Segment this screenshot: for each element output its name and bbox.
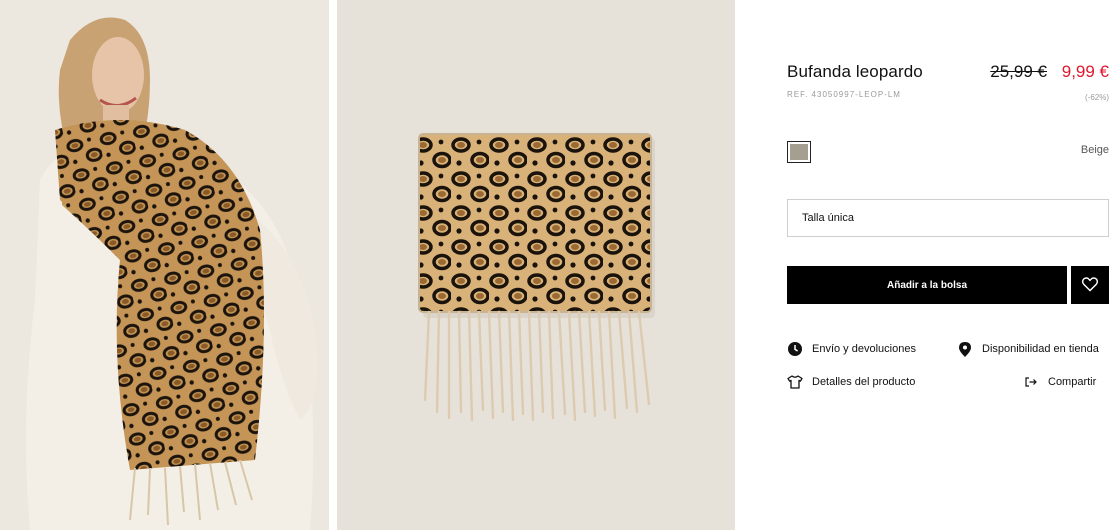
add-to-bag-button[interactable]: Añadir a la bolsa [787, 266, 1067, 304]
discount-percent: (-62%) [1084, 93, 1109, 102]
original-price: 25,99 € [990, 62, 1047, 81]
product-reference: REF. 43050997-LEOP-LM [787, 90, 901, 99]
favorite-button[interactable] [1071, 266, 1109, 304]
swatch-fill [790, 144, 808, 160]
shipping-returns-link[interactable]: Envío y devoluciones [787, 341, 916, 357]
share-label: Compartir [1048, 376, 1097, 388]
share-icon [1023, 374, 1039, 390]
tshirt-icon [787, 374, 803, 390]
size-selector[interactable]: Talla única [787, 199, 1109, 237]
model-wearing-scarf-image [0, 0, 329, 530]
add-to-bag-label: Añadir a la bolsa [886, 279, 968, 291]
store-availability-label: Disponibilidad en tienda [982, 343, 1099, 355]
size-selected-label: Talla única [802, 212, 854, 224]
product-photo-flat[interactable] [337, 0, 735, 530]
title-row: Bufanda leopardo 25,99 € 9,99 € [787, 62, 1109, 86]
store-availability-link[interactable]: Disponibilidad en tienda [957, 341, 1099, 357]
shipping-returns-label: Envío y devoluciones [812, 343, 916, 355]
clock-icon [787, 341, 803, 357]
product-details-label: Detalles del producto [812, 376, 916, 388]
sale-price: 9,99 € [1061, 62, 1109, 81]
product-photo-model[interactable] [0, 0, 329, 530]
image-gap [329, 0, 337, 530]
folded-scarf-image [337, 0, 735, 530]
product-title: Bufanda leopardo [787, 62, 923, 81]
share-link[interactable]: Compartir [1023, 374, 1096, 390]
color-swatch-beige[interactable] [787, 141, 811, 163]
product-info-panel: Bufanda leopardo 25,99 € 9,99 € REF. 430… [787, 0, 1109, 530]
heart-icon [1081, 276, 1099, 295]
location-pin-icon [957, 341, 973, 357]
selected-color-name: Beige [1080, 144, 1109, 156]
product-details-link[interactable]: Detalles del producto [787, 374, 915, 390]
